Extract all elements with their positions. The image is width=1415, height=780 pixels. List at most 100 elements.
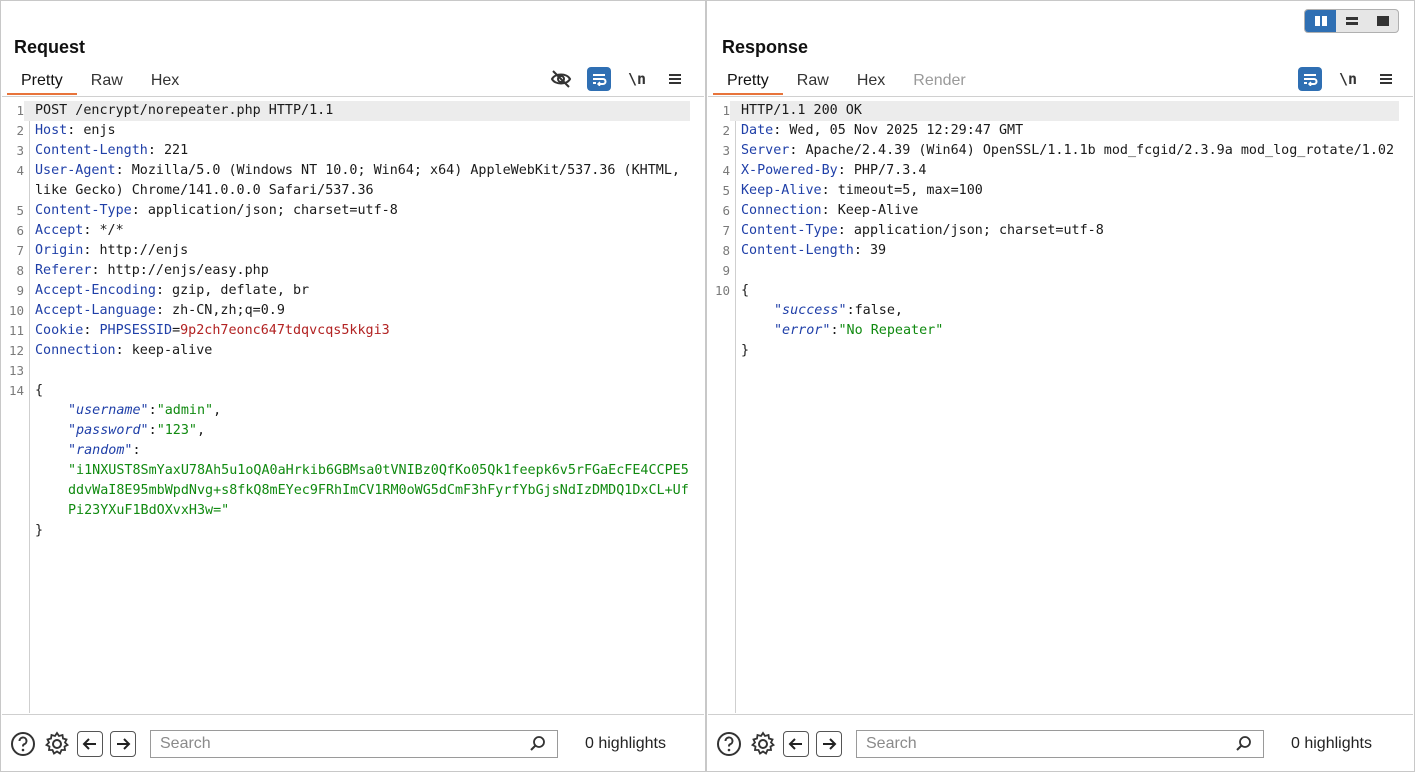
request-search-input[interactable] [151,734,522,754]
code-line: 1 POST /encrypt/norepeater.php HTTP/1.1 [2,101,690,121]
response-search-bar: 0 highlights [708,714,1413,773]
code-line: "success":false, [708,301,1399,321]
newline-icon[interactable]: \n [625,67,649,91]
response-tab-divider [708,96,1413,97]
code-line: } [708,341,1399,361]
arrow-left-icon [788,738,802,750]
code-token: : Mozilla/5.0 (Windows NT 10.0; Win64; x… [35,163,689,198]
code-text: "password":"123", [24,421,690,441]
request-tab-hex[interactable]: Hex [137,67,193,95]
layout-split-vertical-button[interactable] [1305,10,1336,32]
line-number: 8 [16,263,24,278]
code-line: 12 Connection: keep-alive [2,341,690,361]
gear-icon[interactable] [44,731,70,757]
code-line: 8 Referer: http://enjs/easy.php [2,261,690,281]
code-token: : 39 [853,243,887,258]
code-line: 14 { [2,381,690,401]
search-icon[interactable] [1235,735,1253,753]
code-line: 4 X-Powered-By: PHP/7.3.4 [708,161,1399,181]
gear-icon[interactable] [750,731,776,757]
code-text: "username":"admin", [24,401,690,421]
code-line: 7 Content-Type: application/json; charset… [708,221,1399,241]
code-token: "i1NXUST8SmYaxU78Ah5u1oQA0aHrkib6GBMsa0t… [68,463,689,518]
code-text: { [24,381,690,401]
code-token: "admin" [156,403,214,418]
line-number: 12 [8,343,24,358]
search-icon[interactable] [529,735,547,753]
help-icon[interactable] [10,731,36,757]
response-tab-render[interactable]: Render [899,67,979,95]
arrow-right-icon [117,738,131,750]
code-token: "password" [68,423,149,438]
line-number: 9 [722,263,730,278]
code-line: 13 [2,361,690,381]
help-icon[interactable] [716,731,742,757]
line-number: 2 [722,123,730,138]
line-number: 4 [16,163,24,178]
request-tab-raw[interactable]: Raw [77,67,137,95]
code-token: Content-Type [35,203,132,218]
code-token: : timeout=5, max=100 [821,183,983,198]
code-text: Connection: Keep-Alive [730,201,1399,221]
code-token: Cookie [35,323,84,338]
code-token: } [741,343,750,358]
single-pane-icon [1376,16,1389,26]
code-token: = [172,323,181,338]
code-token: , [213,403,222,418]
code-token: "123" [156,423,197,438]
code-text: } [730,341,1399,361]
code-token: : http://enjs/easy.php [91,263,269,278]
request-pane: Request Pretty Raw Hex \n 1 POST /encrypt… [0,0,706,772]
line-number: 10 [8,303,24,318]
code-token: PHPSESSID [99,323,173,338]
arrow-right-icon [823,738,837,750]
code-token: POST /encrypt/norepeater.php HTTP/1.1 [35,103,334,118]
line-number: 3 [16,143,24,158]
response-tab-hex[interactable]: Hex [843,67,899,95]
code-token: : http://enjs [83,243,189,258]
line-number: 1 [16,103,24,118]
code-line: } [2,521,690,541]
next-button[interactable] [110,731,136,757]
layout-single-button[interactable] [1367,10,1398,32]
response-editor[interactable]: 1 HTTP/1.1 200 OK 2 Date: Wed, 05 Nov 2025 … [708,101,1413,713]
code-line: "username":"admin", [2,401,690,421]
code-text: Content-Length: 221 [24,141,690,161]
layout-toggle [1304,9,1399,33]
line-number: 13 [8,363,24,378]
code-token: User-Agent [35,163,116,178]
layout-split-horizontal-button[interactable] [1336,10,1367,32]
request-tab-pretty[interactable]: Pretty [7,67,77,95]
code-token: : Apache/2.4.39 (Win64) OpenSSL/1.1.1b m… [789,143,1395,158]
line-number: 9 [16,283,24,298]
wrap-icon[interactable] [1298,67,1322,91]
code-token: : [148,423,157,438]
menu-icon[interactable] [1374,67,1398,91]
code-token: Date [741,123,774,138]
next-button[interactable] [816,731,842,757]
response-tab-pretty[interactable]: Pretty [713,67,783,95]
response-search-input[interactable] [857,734,1228,754]
code-token: "random" [68,443,133,458]
code-line: 10 Accept-Language: zh-CN,zh;q=0.9 [2,301,690,321]
code-token: Content-Length [35,143,148,158]
request-search-box [150,730,558,758]
code-token: : application/json; charset=utf-8 [837,223,1104,238]
line-number: 7 [16,243,24,258]
code-token: : [830,323,839,338]
wrap-icon[interactable] [587,67,611,91]
request-editor[interactable]: 1 POST /encrypt/norepeater.php HTTP/1.1 2 H… [2,101,704,713]
hide-icon[interactable] [549,67,573,91]
response-lines: 1 HTTP/1.1 200 OK 2 Date: Wed, 05 Nov 2025 … [708,101,1399,361]
code-text: } [24,521,690,541]
response-highlights-count: 0 highlights [1291,735,1372,752]
response-tab-raw[interactable]: Raw [783,67,843,95]
previous-button[interactable] [783,731,809,757]
code-token: Content-Length [741,243,854,258]
code-text: Cookie: PHPSESSID=9p2ch7eonc647tdqvcqs5k… [24,321,690,341]
menu-icon[interactable] [663,67,687,91]
code-line: "password":"123", [2,421,690,441]
newline-icon[interactable]: \n [1336,67,1360,91]
code-token: : zh-CN,zh;q=0.9 [155,303,285,318]
previous-button[interactable] [77,731,103,757]
